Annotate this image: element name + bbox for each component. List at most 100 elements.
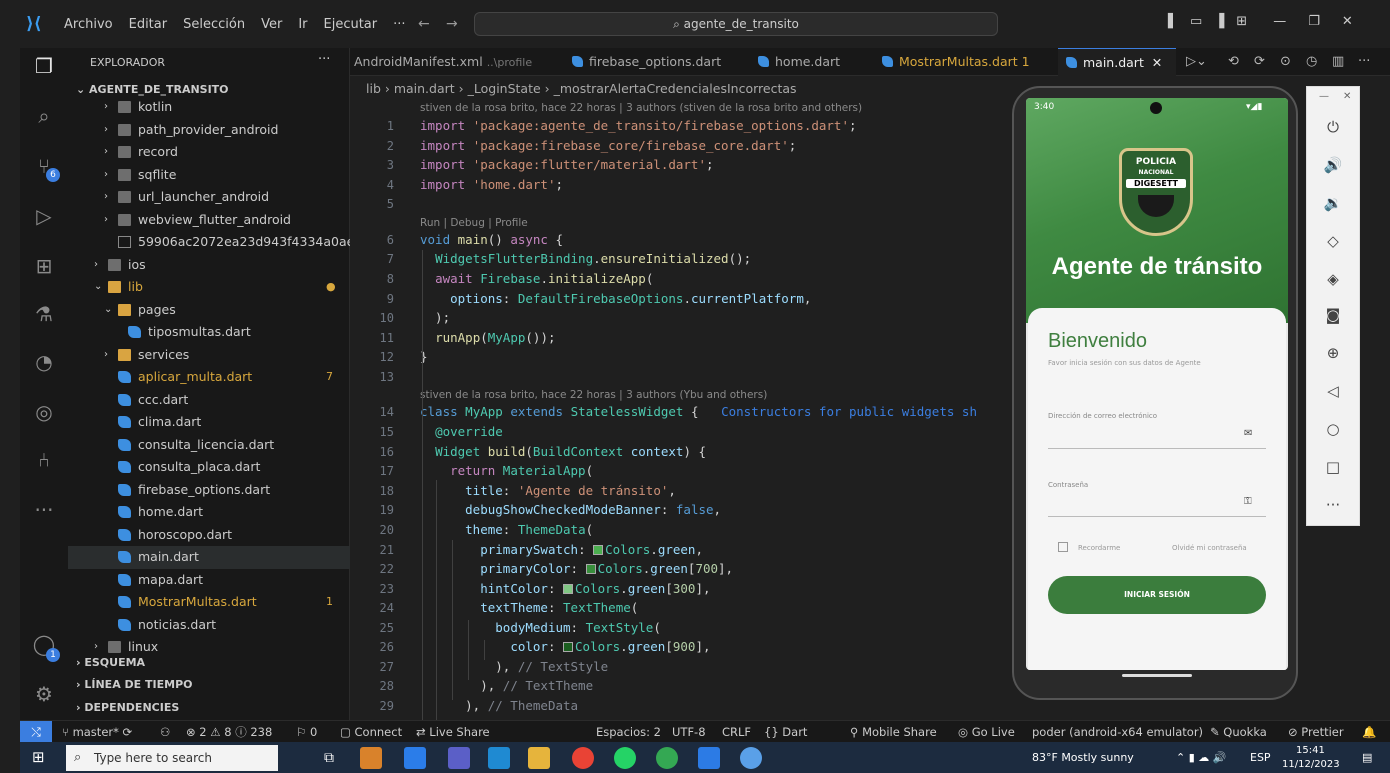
encoding[interactable]: UTF-8 — [672, 721, 706, 743]
live-share-button[interactable]: ⇄ Live Share — [416, 721, 490, 743]
menu-seleccion[interactable]: Selección — [175, 17, 253, 32]
toggle-secondary-sidebar-icon[interactable]: ▐ — [1214, 14, 1224, 29]
more-icon[interactable]: ··· — [1321, 493, 1345, 517]
command-center-search[interactable]: ⌕ agente_de_transito — [474, 12, 998, 36]
tree-item[interactable]: ccc.dart — [68, 389, 350, 412]
tree-item[interactable]: ⌄ pages — [68, 299, 350, 322]
mobile-share-button[interactable]: ⚲ Mobile Share — [850, 721, 937, 743]
extensions-icon[interactable]: ⊞ — [32, 254, 56, 278]
task-view-icon[interactable]: ⧉ — [318, 747, 340, 769]
phone-screen[interactable]: 3:40 ▾◢▮ POLICIA NACIONAL DIGESETT Agente… — [1026, 98, 1288, 670]
store-app-icon[interactable] — [360, 747, 382, 769]
tree-item[interactable]: › sqflite — [68, 164, 350, 187]
toggle-panel-icon[interactable]: ▭ — [1190, 14, 1202, 29]
maximize-icon[interactable]: ❐ — [1308, 14, 1320, 29]
tree-item[interactable]: noticias.dart — [68, 614, 350, 637]
tree-item[interactable]: MostrarMultas.dart 1 — [68, 591, 350, 614]
login-button[interactable]: INICIAR SESIÓN — [1048, 576, 1266, 614]
screenshot-camera-icon[interactable]: ◙ — [1321, 303, 1345, 327]
app-icon[interactable] — [740, 747, 762, 769]
chrome-profile-icon[interactable] — [656, 747, 678, 769]
more-actions-icon[interactable]: ··· — [1358, 54, 1370, 69]
notification-center-icon[interactable]: ▤ — [1362, 742, 1372, 773]
remote-explorer-icon[interactable]: ◎ — [32, 400, 56, 424]
tree-item[interactable]: consulta_placa.dart — [68, 456, 350, 479]
codelens-run-debug[interactable]: Run | Debug | Profile — [420, 217, 528, 229]
problems-count[interactable]: ⊗ 2 ⚠ 8 ⓘ 238 — [186, 721, 272, 743]
code-editor[interactable]: stiven de la rosa brito, hace 22 horas |… — [350, 100, 1010, 720]
gesture-nav-bar[interactable] — [1122, 674, 1192, 677]
tree-item[interactable]: › path_provider_android — [68, 119, 350, 142]
home-icon[interactable]: ○ — [1321, 417, 1345, 441]
tree-item[interactable]: aplicar_multa.dart 7 — [68, 366, 350, 389]
line-ending[interactable]: CRLF — [722, 721, 751, 743]
menu-more[interactable]: ··· — [385, 17, 413, 32]
system-tray-icons[interactable]: ⌃ ▮ ☁ 🔊 — [1176, 742, 1226, 773]
app-icon[interactable] — [488, 747, 510, 769]
menu-ejecutar[interactable]: Ejecutar — [316, 17, 386, 32]
more-views-icon[interactable]: ··· — [32, 498, 56, 522]
tab-androidmanifest[interactable]: AndroidManifest.xml ..\profile — [354, 48, 552, 76]
taskbar-search[interactable]: ⌕ Type here to search — [66, 745, 278, 771]
quokka-button[interactable]: ✎ Quokka — [1210, 721, 1267, 743]
power-icon[interactable]: ⏻ — [1321, 115, 1345, 139]
connect-button[interactable]: ▢ Connect — [340, 721, 402, 743]
search-icon[interactable]: ⌕ — [32, 104, 56, 128]
tree-item[interactable]: › url_launcher_android — [68, 186, 350, 209]
tree-item[interactable]: › ios — [68, 254, 350, 277]
flutter-device[interactable]: poder (android-x64 emulator) — [1032, 721, 1203, 743]
volume-down-icon[interactable]: 🔉 — [1321, 191, 1345, 215]
tree-item[interactable]: consulta_licencia.dart — [68, 434, 350, 457]
git-lens-icon[interactable]: ⑃ — [32, 448, 56, 472]
timeline-icon[interactable]: ◷ — [1306, 54, 1317, 69]
section-dependencies[interactable]: › DEPENDENCIES — [68, 697, 350, 719]
menu-editar[interactable]: Editar — [121, 17, 176, 32]
tab-home[interactable]: home.dart — [758, 48, 868, 76]
tree-item[interactable]: ⌄ lib ● — [68, 276, 350, 299]
password-field[interactable] — [1048, 516, 1266, 517]
weather-widget[interactable]: 83°F Mostly sunny — [1032, 742, 1134, 773]
volume-up-icon[interactable]: 🔊 — [1321, 153, 1345, 177]
indentation[interactable]: Espacios: 2 — [596, 721, 661, 743]
flutter-inspector-icon[interactable]: ⊙ — [1280, 54, 1291, 69]
back-arrow-icon[interactable]: ← — [418, 16, 430, 32]
forgot-password-link[interactable]: Olvidé mi contraseña — [1172, 544, 1247, 552]
testing-flask-icon[interactable]: ⚗ — [32, 302, 56, 326]
tree-item[interactable]: home.dart — [68, 501, 350, 524]
ports-count[interactable]: ⚐ 0 — [296, 721, 317, 743]
tree-item[interactable]: › kotlin — [68, 96, 350, 119]
run-dropdown-icon[interactable]: ▷⌄ — [1186, 54, 1207, 69]
tab-close-icon[interactable]: ✕ — [1152, 55, 1162, 70]
layout-icon[interactable]: ⊞ — [1236, 14, 1247, 29]
whatsapp-icon[interactable] — [614, 747, 636, 769]
rotate-left-icon[interactable]: ◇ — [1321, 229, 1345, 253]
tree-item[interactable]: horoscopo.dart — [68, 524, 350, 547]
emulator-close-icon[interactable]: ✕ — [1343, 91, 1351, 102]
hot-reload-icon[interactable]: ⟲ — [1228, 54, 1239, 69]
menu-ver[interactable]: Ver — [253, 17, 290, 32]
tab-mostrarmultas[interactable]: MostrarMultas.dart 1 — [882, 48, 1054, 76]
todo-app-icon[interactable] — [404, 747, 426, 769]
section-timeline[interactable]: › LÍNEA DE TIEMPO — [68, 674, 350, 696]
tree-item[interactable]: firebase_options.dart — [68, 479, 350, 502]
notifications-bell-icon[interactable]: 🔔 — [1362, 721, 1376, 743]
explorer-more-icon[interactable]: ··· — [318, 52, 330, 67]
vscode-taskbar-icon[interactable] — [698, 747, 720, 769]
tree-item[interactable]: › record — [68, 141, 350, 164]
tab-firebase-options[interactable]: firebase_options.dart — [572, 48, 748, 76]
devtools-icon[interactable]: ⟳ — [1254, 54, 1265, 69]
explorer-icon[interactable]: ❐ — [32, 54, 56, 78]
rotate-right-icon[interactable]: ◈ — [1321, 267, 1345, 291]
emulator-minimize-icon[interactable]: — — [1319, 91, 1329, 102]
file-explorer-icon[interactable] — [528, 747, 550, 769]
git-graph-icon[interactable]: ◔ — [32, 350, 56, 374]
tab-main[interactable]: main.dart ✕ — [1058, 48, 1176, 76]
toggle-sidebar-icon[interactable]: ▌ — [1168, 14, 1178, 29]
back-icon[interactable]: ◁ — [1321, 379, 1345, 403]
zoom-icon[interactable]: ⊕ — [1321, 341, 1345, 365]
settings-gear-icon[interactable]: ⚙ — [32, 682, 56, 706]
split-editor-icon[interactable]: ▥ — [1332, 54, 1344, 69]
tree-item[interactable]: tiposmultas.dart — [68, 321, 350, 344]
teams-app-icon[interactable] — [448, 747, 470, 769]
clock-date[interactable]: 11/12/2023 — [1282, 749, 1340, 773]
